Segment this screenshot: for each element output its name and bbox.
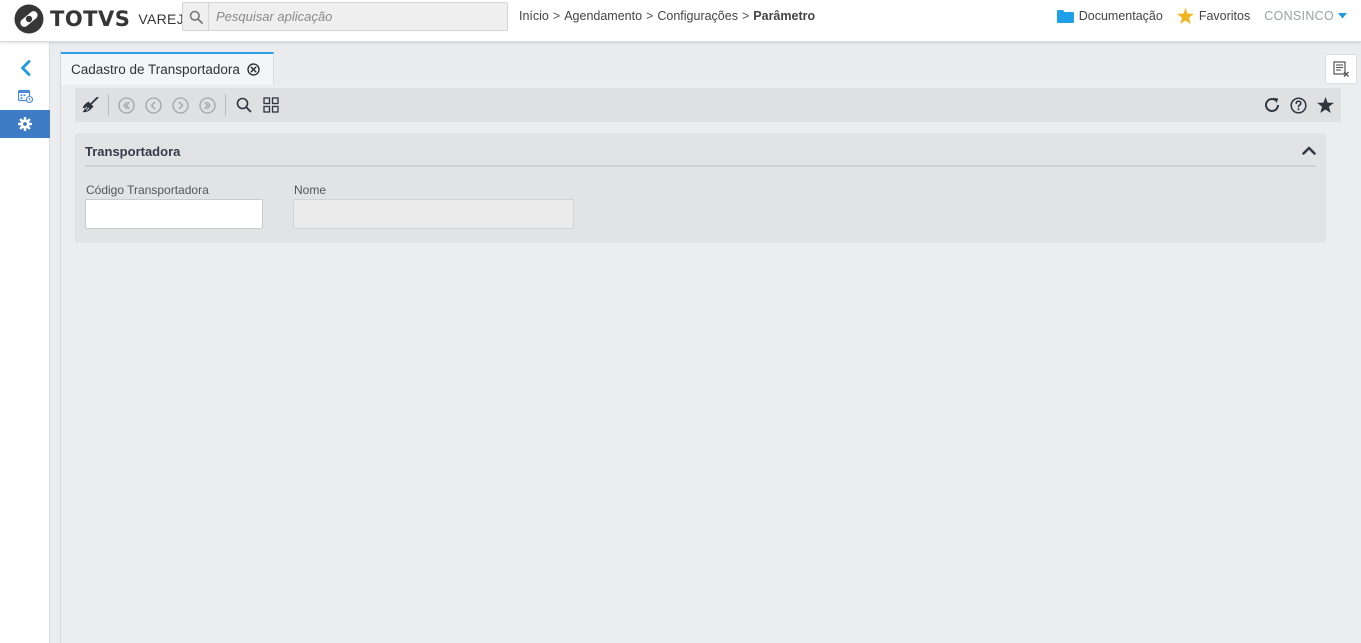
user-menu[interactable]: CONSINCO — [1264, 9, 1347, 23]
last-record-icon — [199, 96, 216, 114]
close-tab-icon[interactable] — [247, 63, 260, 76]
favorites-label: Favoritos — [1198, 9, 1251, 23]
search-icon[interactable] — [183, 3, 209, 30]
nome-input — [293, 199, 574, 229]
codigo-transportadora-label: Código Transportadora — [86, 183, 209, 197]
documentation-label: Documentação — [1078, 9, 1163, 23]
previous-record-button[interactable] — [140, 88, 167, 122]
nome-label: Nome — [294, 183, 327, 197]
user-label: CONSINCO — [1264, 9, 1334, 23]
calendar-icon — [17, 89, 33, 103]
favorites-link[interactable]: Favoritos — [1176, 8, 1251, 24]
toolbar-separator — [108, 94, 109, 116]
next-record-icon — [172, 96, 189, 114]
totvs-logo-icon — [14, 4, 44, 34]
collapse-section-button[interactable] — [1300, 141, 1318, 159]
star-icon — [1176, 8, 1194, 24]
gear-icon — [18, 117, 32, 131]
caret-down-icon — [1338, 13, 1347, 19]
breadcrumb-separator: > — [646, 9, 654, 23]
toolbar-right-actions — [1258, 88, 1339, 122]
sidebar-collapse-button[interactable] — [0, 54, 50, 82]
totvs-logo[interactable]: TOTVS VAREJO — [14, 3, 195, 35]
section-divider — [85, 165, 1316, 167]
breadcrumb: Início > Agendamento > Configurações > P… — [519, 9, 815, 23]
tab-cadastro-transportadora[interactable]: Cadastro de Transportadora — [61, 52, 274, 85]
star-icon — [1317, 97, 1334, 113]
last-record-button[interactable] — [194, 88, 221, 122]
help-icon — [1290, 96, 1307, 114]
broom-icon — [82, 97, 99, 113]
breadcrumb-item-configuracoes[interactable]: Configurações — [657, 9, 738, 23]
breadcrumb-separator: > — [741, 9, 750, 23]
help-button[interactable] — [1285, 88, 1312, 122]
clear-form-button[interactable] — [77, 88, 104, 122]
refresh-icon — [1264, 97, 1279, 112]
first-record-icon — [118, 96, 135, 114]
search-record-button[interactable] — [230, 88, 257, 122]
favorite-button[interactable] — [1312, 88, 1339, 122]
breadcrumb-item-agendamento[interactable]: Agendamento — [564, 9, 642, 23]
search-icon — [236, 97, 251, 113]
grid-icon — [262, 97, 279, 113]
tab-bar: Cadastro de Transportadora — [61, 50, 1361, 85]
grid-view-button[interactable] — [257, 88, 284, 122]
tab-label: Cadastro de Transportadora — [71, 62, 240, 77]
transportadora-panel: Transportadora Código Transportadora Nom… — [75, 133, 1326, 243]
record-toolbar — [75, 88, 1341, 122]
breadcrumb-item-parametro: Parâmetro — [753, 9, 816, 23]
sidebar-item-configuracoes[interactable] — [0, 110, 50, 138]
clear-screen-button[interactable] — [1325, 54, 1357, 84]
left-sidebar — [0, 42, 50, 643]
chevron-up-icon — [1302, 146, 1316, 155]
next-record-button[interactable] — [167, 88, 194, 122]
documentation-link[interactable]: Documentação — [1056, 9, 1163, 23]
previous-record-icon — [145, 96, 162, 114]
first-record-button[interactable] — [113, 88, 140, 122]
section-title: Transportadora — [85, 144, 181, 159]
refresh-button[interactable] — [1258, 88, 1285, 122]
search-input[interactable] — [209, 3, 507, 30]
sidebar-item-agendamento[interactable] — [0, 82, 50, 110]
codigo-transportadora-input[interactable] — [85, 199, 263, 229]
chevron-left-icon — [20, 60, 30, 76]
breadcrumb-item-inicio[interactable]: Início — [519, 9, 549, 23]
header-actions: Documentação Favoritos CONSINCO — [1043, 6, 1347, 26]
app-search[interactable] — [182, 2, 508, 31]
folder-icon — [1056, 10, 1074, 23]
top-header: TOTVS VAREJO Início > Agendamento > Conf… — [0, 0, 1361, 42]
clear-list-icon — [1332, 61, 1349, 77]
breadcrumb-separator: > — [552, 9, 561, 23]
brand-name: TOTVS — [50, 7, 131, 31]
toolbar-separator — [225, 94, 226, 116]
